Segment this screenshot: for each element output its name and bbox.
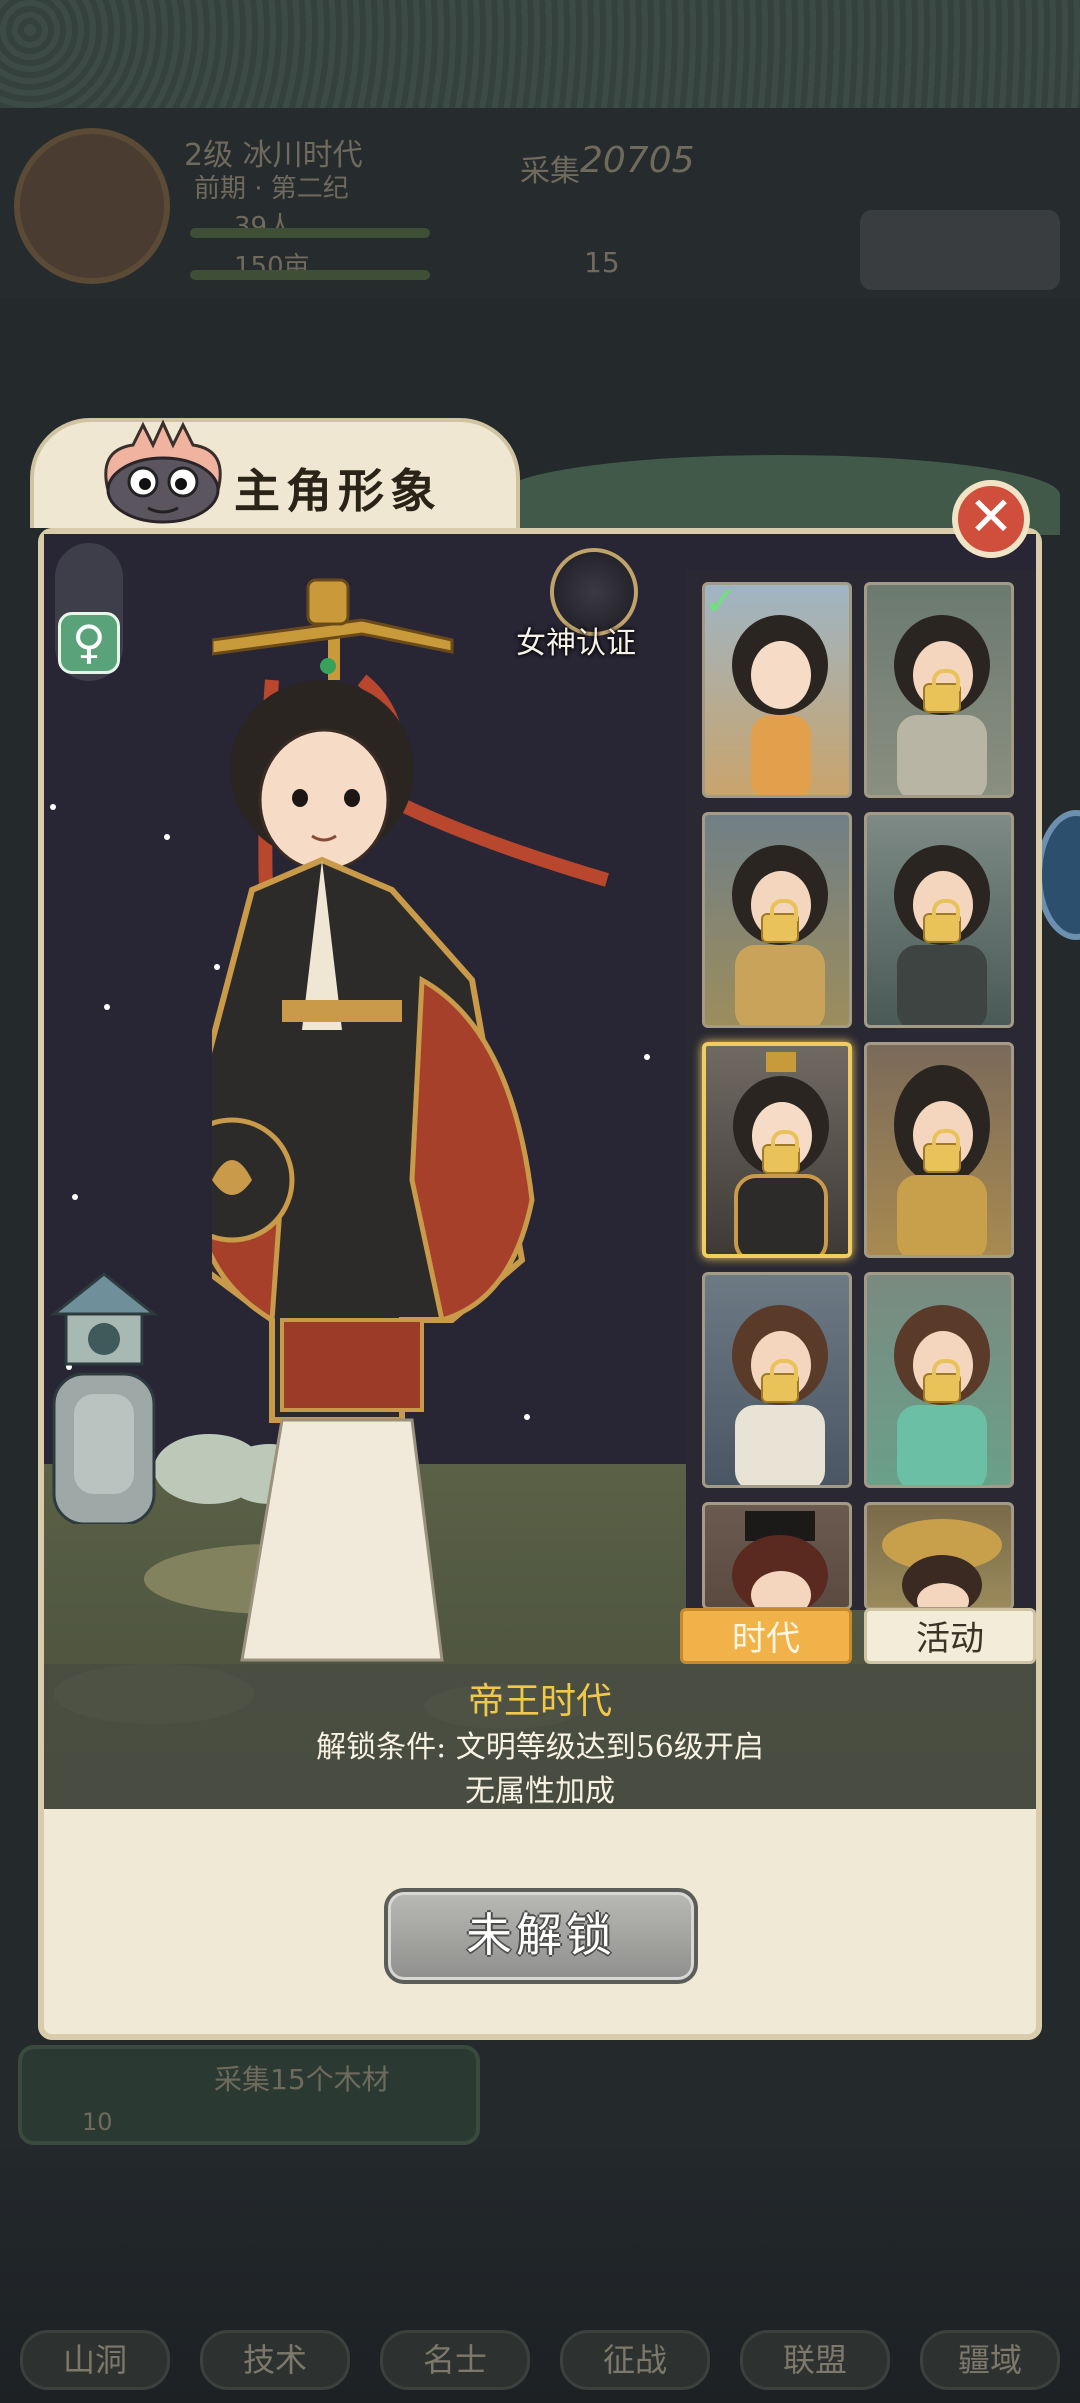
female-gender-icon[interactable]: ♀	[58, 612, 120, 674]
avatar-cell-7[interactable]	[864, 1272, 1014, 1488]
nav-tab-celebrity[interactable]: 名士	[380, 2330, 530, 2390]
equipped-check-icon: ✓	[704, 579, 738, 625]
nav-tab-cave[interactable]: 山洞	[20, 2330, 170, 2390]
quest-count: 10	[82, 2108, 113, 2136]
lock-icon	[923, 899, 961, 943]
top-pattern-band	[0, 0, 1080, 108]
green-count: 15	[584, 246, 620, 279]
avatar-name: 帝王时代	[467, 1681, 612, 1722]
quest-text: 采集15个木材	[214, 2063, 390, 2096]
modal-title: 主角形象	[234, 464, 442, 518]
lock-icon	[761, 1359, 799, 1403]
nav-tab-alliance[interactable]: 联盟	[740, 2330, 890, 2390]
lock-icon	[923, 1129, 961, 1173]
avatar-cell-3[interactable]	[864, 812, 1014, 1028]
avatar-cell-1[interactable]	[864, 582, 1014, 798]
lock-icon	[761, 899, 799, 943]
resource-value: 20705	[580, 140, 695, 181]
stone-lantern-icon	[49, 1272, 159, 1524]
locked-button[interactable]: 未解锁	[384, 1888, 698, 1984]
lock-icon	[923, 669, 961, 713]
avatar-cell-9[interactable]	[864, 1502, 1014, 1610]
tab-event[interactable]: 活动	[864, 1608, 1036, 1664]
nav-tab-territory[interactable]: 疆域	[920, 2330, 1060, 2390]
period-label: 前期 · 第二纪	[194, 174, 349, 204]
attribute-bonus: 无属性加成	[465, 1774, 615, 1809]
land-bar	[190, 270, 430, 280]
avatar-cell-8[interactable]	[702, 1502, 852, 1610]
resource-label: 采集	[520, 154, 580, 189]
nav-tab-tech[interactable]: 技术	[200, 2330, 350, 2390]
avatar-cell-6[interactable]	[702, 1272, 852, 1488]
nav-tab-battle[interactable]: 征战	[560, 2330, 710, 2390]
tab-era[interactable]: 时代	[680, 1608, 852, 1664]
population-bar	[190, 228, 430, 238]
emperor-character	[212, 578, 609, 1662]
top-right-button[interactable]	[860, 210, 1060, 290]
close-icon[interactable]: ✕	[952, 480, 1030, 558]
unlock-condition: 解锁条件: 文明等级达到56级开启	[316, 1730, 764, 1765]
avatar-cell-5[interactable]	[864, 1042, 1014, 1258]
avatar-cell-2[interactable]	[702, 812, 852, 1028]
avatar-cell-4-selected[interactable]	[702, 1042, 852, 1258]
lock-icon	[923, 1359, 961, 1403]
dragon-mascot-icon	[104, 420, 222, 524]
player-avatar[interactable]	[14, 128, 170, 284]
lock-icon	[762, 1130, 800, 1174]
